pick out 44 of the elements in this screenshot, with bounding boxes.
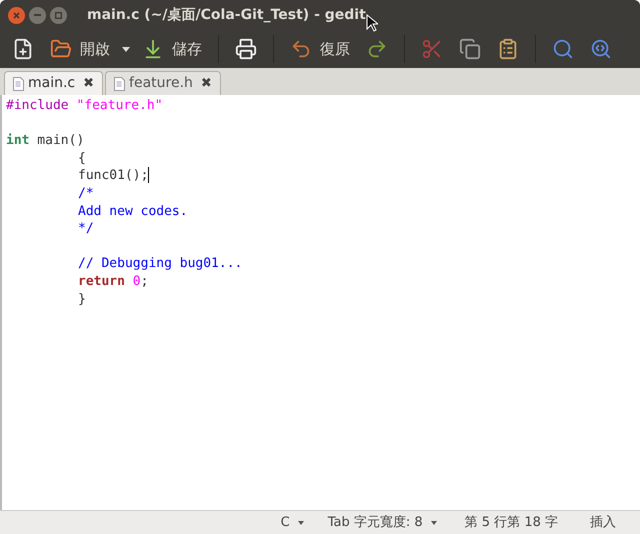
undo-icon	[290, 38, 312, 60]
toolbar-button[interactable]: 復原	[282, 31, 358, 67]
code-line: */	[78, 220, 94, 238]
window-title: main.c (~/桌面/Cola-Git_Test) - gedit	[87, 6, 366, 24]
close-icon	[13, 12, 20, 18]
maximize-button[interactable]	[50, 6, 67, 24]
caret-icon	[298, 520, 304, 524]
code-line: /*	[78, 184, 94, 203]
scissors-icon	[421, 38, 443, 60]
code-line: #include "feature.h"	[6, 97, 163, 115]
code-line: }	[78, 290, 86, 308]
status-menu-button[interactable]: C	[268, 512, 316, 532]
code-line: Add new codes.	[78, 202, 188, 220]
close-button[interactable]	[8, 6, 25, 24]
code-line: func01();	[78, 167, 148, 185]
printer-icon	[235, 38, 257, 60]
file-tab[interactable]: main.c ✖	[4, 71, 104, 95]
file-tab[interactable]: feature.h ✖	[105, 71, 221, 95]
replace-icon	[590, 38, 612, 60]
code-line: return 0;	[78, 272, 148, 291]
clipboard-icon	[497, 38, 519, 60]
code-line: {	[78, 150, 86, 168]
copy-icon	[459, 38, 481, 60]
code-line: // Debugging bug01...	[78, 255, 242, 273]
tab-close-icon[interactable]: ✖	[83, 74, 94, 94]
toolbar-button[interactable]: 開啟	[42, 31, 118, 67]
caret-icon	[122, 46, 130, 52]
minimize-button[interactable]	[29, 6, 46, 24]
tab-close-icon[interactable]: ✖	[200, 74, 212, 94]
mouse-pointer-icon	[366, 14, 378, 32]
search-icon	[552, 38, 574, 60]
toolbar-button[interactable]: 儲存	[134, 31, 210, 67]
status-menu-button[interactable]: Tab 字元寬度: 8	[316, 512, 449, 532]
folder-icon	[50, 38, 72, 60]
document-icon	[13, 76, 24, 90]
code-line: int main()	[6, 132, 84, 150]
redo-icon	[366, 38, 388, 60]
maximize-icon	[55, 12, 62, 18]
status-text: 第 5 行第 18 字	[464, 514, 559, 532]
caret-icon	[430, 520, 437, 524]
status-text: 插入	[589, 514, 617, 532]
minimize-icon	[34, 14, 41, 16]
new-file-icon	[12, 38, 34, 60]
document-icon	[114, 76, 126, 90]
